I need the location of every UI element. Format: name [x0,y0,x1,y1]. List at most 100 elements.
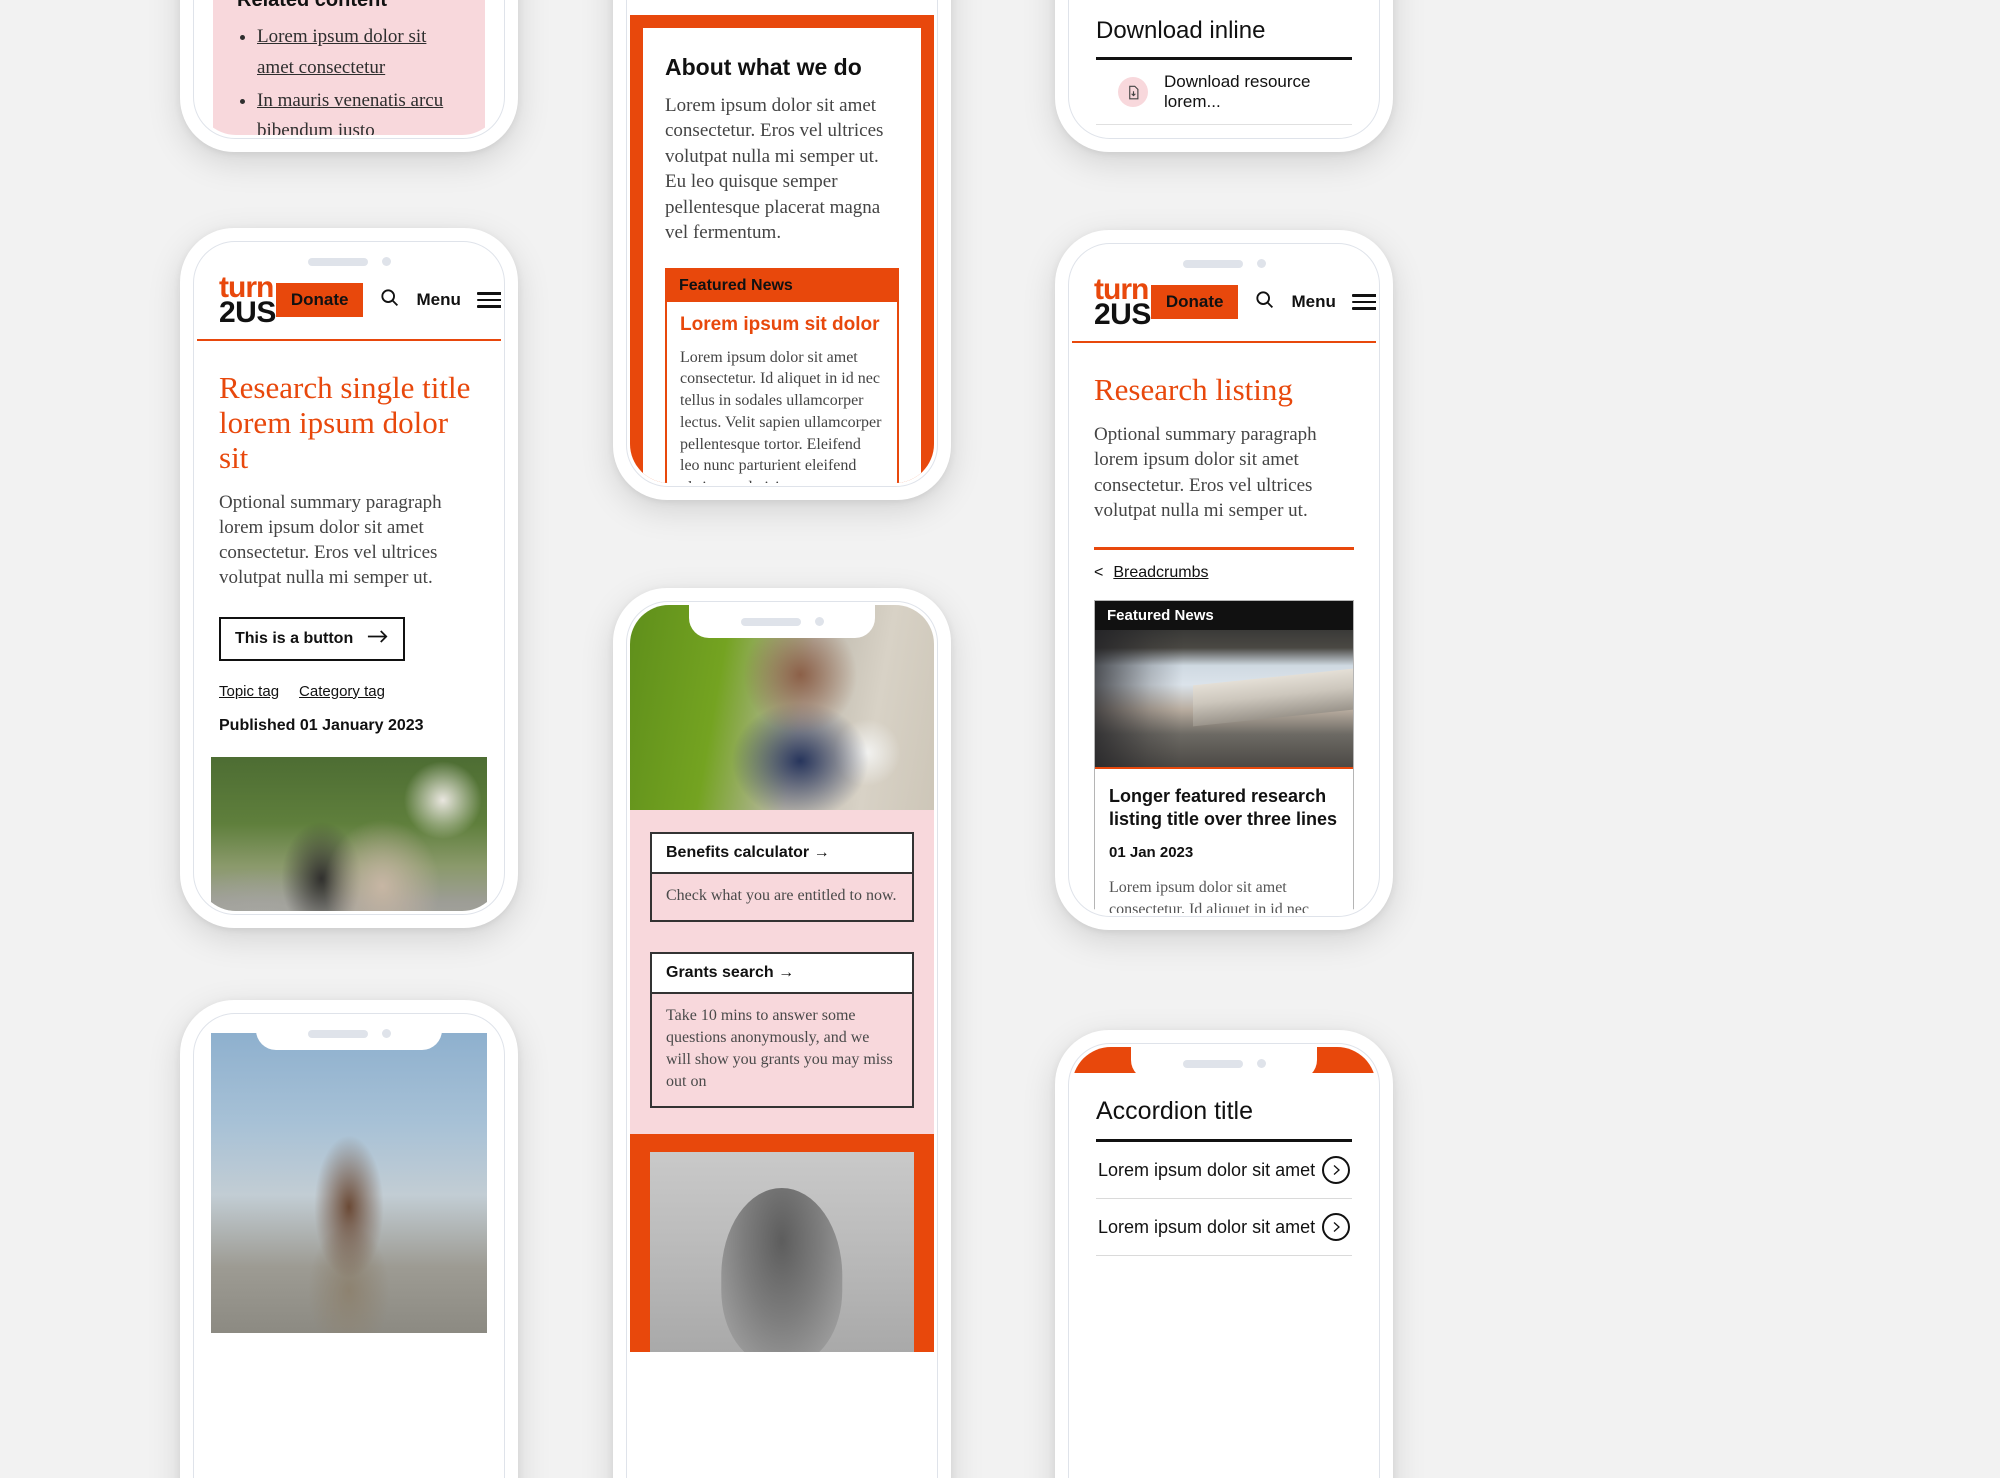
phone-screen-bezel: Accordion title Lorem ipsum dolor sit am… [1068,1043,1380,1478]
header-actions: Donate Menu [275,283,501,318]
page-summary: Optional summary paragraph lorem ipsum d… [219,491,442,589]
phone-city-hero [180,1000,518,1478]
screenshot-canvas: Related content Lorem ipsum dolor sit am… [0,0,2000,1478]
phone-notch [256,1017,442,1050]
list-item: Lorem ipsum dolor sit amet consectetur [257,22,461,84]
featured-listing-card[interactable]: Featured News Longer featured research l… [1094,600,1354,913]
phone-tools: Benefits calculator → Check what you are… [613,588,951,1478]
logo-line-2: 2US [219,296,276,330]
menu-label[interactable]: Menu [1291,292,1335,312]
hamburger-menu-icon[interactable] [1351,294,1376,311]
promo-title-label: Benefits calculator [666,844,810,861]
donate-button[interactable]: Donate [275,283,364,318]
topic-tag[interactable]: Topic tag [219,683,279,700]
cta-button[interactable]: This is a button [219,616,406,661]
download-inline-card: Download inline Download resource lorem.… [1072,0,1376,135]
front-camera-icon [1256,1059,1266,1068]
related-link[interactable]: Lorem ipsum dolor sit amet consectetur [257,26,426,78]
accordion-row-label: Lorem ipsum dolor sit amet [1098,1159,1316,1180]
featured-listing-date: 01 Jan 2023 [1109,844,1194,862]
about-orange-frame: About what we do Lorem ipsum dolor sit a… [630,15,934,483]
screen-tools: Benefits calculator → Check what you are… [630,605,934,1478]
accordion-title: Accordion title [1096,1097,1254,1125]
search-icon[interactable] [1254,289,1275,315]
phone-screen-bezel: Benefits calculator → Check what you are… [626,601,938,1478]
featured-listing-flag: Featured News [1095,601,1353,631]
cta-button-label: This is a button [235,629,354,647]
hamburger-menu-icon[interactable] [476,292,501,309]
breadcrumb-back-icon: < [1094,564,1104,582]
page-title: Research single title lorem ipsum dolor … [219,370,471,475]
menu-label[interactable]: Menu [416,290,460,310]
download-row[interactable]: Download resource lorem... [1096,125,1352,135]
hero-image-wrapper [197,756,501,911]
screen-related-content: Related content Lorem ipsum dolor sit am… [197,0,501,135]
screen-accordion: Accordion title Lorem ipsum dolor sit am… [1072,1047,1376,1478]
screen-research-listing: turn 2US Donate Menu Research listing Op… [1072,247,1376,913]
search-icon[interactable] [379,287,400,313]
grants-search-title[interactable]: Grants search → [652,954,912,992]
benefits-calculator-title[interactable]: Benefits calculator → [652,834,912,872]
screen-about: About what we do Lorem ipsum dolor sit a… [630,0,934,483]
phone-screen-bezel: Download inline Download resource lorem.… [1068,0,1380,139]
phone-notch [1131,247,1317,280]
phone-screen-bezel [193,1013,505,1478]
category-tag[interactable]: Category tag [299,683,385,700]
chevron-right-circle-icon[interactable] [1322,1156,1350,1184]
accordion-row[interactable]: Lorem ipsum dolor sit amet [1096,1199,1352,1256]
speaker-grille-icon [1182,259,1243,268]
related-link[interactable]: In mauris venenatis arcu bibendum justo [257,90,443,135]
hero-image [211,756,487,911]
arrow-right-icon: → [813,844,830,861]
benefits-calculator-card[interactable]: Benefits calculator → Check what you are… [650,832,914,923]
arrow-right-icon [367,629,389,649]
related-content-list: Lorem ipsum dolor sit amet consectetur I… [257,22,461,135]
promo-title-label: Grants search [666,964,774,982]
page-content: Research listing Optional summary paragr… [1072,373,1376,523]
about-body: Lorem ipsum dolor sit amet consectetur. … [665,95,884,244]
featured-news-flag: Featured News [667,269,897,302]
phone-notch [689,605,875,638]
accordion-row-label: Lorem ipsum dolor sit amet [1098,1216,1316,1237]
front-camera-icon [814,617,824,626]
listing-area: < Breadcrumbs Featured News Longer featu… [1072,564,1376,913]
featured-listing-title[interactable]: Longer featured research listing title o… [1109,785,1339,830]
tools-footer-band [630,1134,934,1353]
accordion-row[interactable]: Lorem ipsum dolor sit amet [1096,1142,1352,1199]
phone-accordion: Accordion title Lorem ipsum dolor sit am… [1055,1030,1393,1478]
phone-research-single: turn 2US Donate Menu Research single tit… [180,228,518,928]
breadcrumb[interactable]: < Breadcrumbs [1094,564,1354,582]
phone-related-content: Related content Lorem ipsum dolor sit am… [180,0,518,152]
turn2us-logo[interactable]: turn 2US [219,272,276,330]
download-row[interactable]: Download resource lorem... [1096,60,1352,125]
arrow-right-icon: → [778,964,795,982]
download-inline-title: Download inline [1096,17,1266,44]
screen-research-single: turn 2US Donate Menu Research single tit… [197,245,501,911]
donate-button[interactable]: Donate [1150,285,1239,320]
featured-news-body: Lorem ipsum sit dolor Lorem ipsum dolor … [667,302,897,483]
grants-search-card[interactable]: Grants search → Take 10 mins to answer s… [650,952,914,1109]
footer-image [650,1152,914,1353]
page-content: Research single title lorem ipsum dolor … [197,370,501,734]
chevron-right-circle-icon[interactable] [1322,1213,1350,1241]
accordion-card: Accordion title Lorem ipsum dolor sit am… [1072,1073,1376,1256]
published-date: Published 01 January 2023 [219,716,424,734]
speaker-grille-icon [1182,1059,1243,1068]
phone-screen-bezel: Related content Lorem ipsum dolor sit am… [193,0,505,139]
turn2us-logo[interactable]: turn 2US [1094,274,1151,329]
breadcrumb-label[interactable]: Breadcrumbs [1113,564,1208,582]
header-actions: Donate Menu [1150,285,1376,320]
featured-news-title[interactable]: Lorem ipsum sit dolor [680,314,884,336]
phone-screen-bezel: turn 2US Donate Menu [1068,243,1380,917]
document-download-icon [1118,77,1148,107]
speaker-grille-icon [307,1029,368,1038]
featured-news-text: Lorem ipsum dolor sit amet consectetur. … [680,348,882,483]
featured-news-card[interactable]: Featured News Lorem ipsum sit dolor Lore… [665,267,899,483]
list-item: In mauris venenatis arcu bibendum justo [257,86,461,135]
tools-promo-band: Benefits calculator → Check what you are… [630,810,934,1135]
featured-listing-text: Lorem ipsum dolor sit amet consectetur. … [1109,879,1309,913]
front-camera-icon [1256,259,1266,268]
about-heading: About what we do [665,54,862,80]
benefits-calculator-description: Check what you are entitled to now. [652,872,912,921]
download-row-label: Download resource lorem... [1164,72,1311,111]
